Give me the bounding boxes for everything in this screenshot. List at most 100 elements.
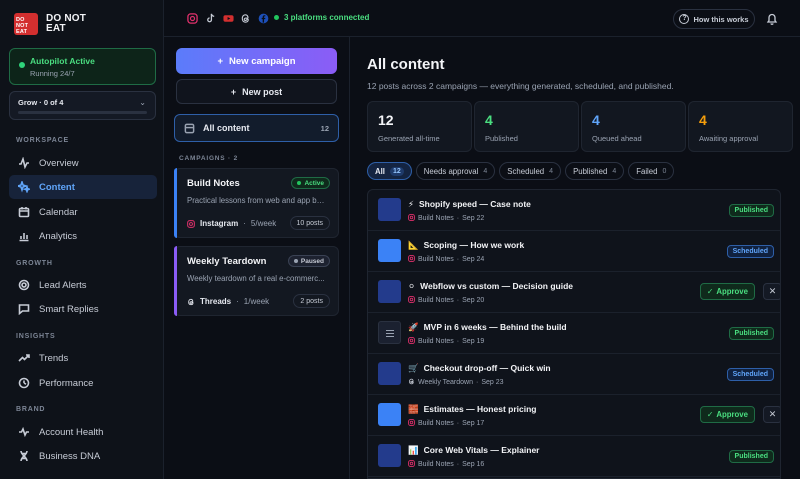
filter-all[interactable]: All 12: [367, 162, 412, 180]
connected-status: 3 platforms connected: [274, 13, 369, 22]
how-this-works-button[interactable]: ? How this works: [673, 9, 755, 29]
post-meta: Build Notes · Sep 19: [408, 337, 484, 346]
post-title-text: Core Web Vitals — Explainer: [423, 445, 540, 455]
all-content-item[interactable]: All content 12: [174, 114, 339, 142]
post-emoji: 🧱: [408, 404, 419, 414]
help-icon: ?: [679, 14, 690, 24]
post-thumbnail: [378, 321, 401, 344]
post-date: Sep 16: [462, 461, 485, 468]
post-row[interactable]: ⚪ Webflow vs custom — Decision guide Build…: [368, 272, 780, 313]
threads-icon: [408, 378, 415, 387]
post-thumbnail: [378, 362, 401, 385]
heartbeat-icon: [17, 425, 31, 439]
sidebar-item-content[interactable]: Content: [9, 175, 157, 199]
page-title: All content: [367, 56, 445, 73]
reject-button[interactable]: ✕: [763, 406, 780, 423]
autopilot-status[interactable]: Autopilot Active Running 24/7: [9, 48, 156, 85]
post-emoji: 📐: [408, 240, 419, 250]
new-campaign-button[interactable]: + New campaign: [176, 48, 337, 74]
instagram-icon: [408, 255, 415, 264]
grow-progress-dropdown[interactable]: Grow · 0 of 4 ⌄: [9, 91, 156, 120]
sidebar-item-business-dna[interactable]: Business DNA: [9, 444, 157, 468]
status-badge: Paused: [287, 255, 330, 267]
post-emoji: 🛒: [408, 363, 419, 373]
sidebar-item-lead-alerts[interactable]: Lead Alerts: [9, 273, 157, 297]
post-thumbnail: [378, 403, 401, 426]
sidebar-item-overview[interactable]: Overview: [9, 151, 157, 175]
post-row[interactable]: 🧱 Estimates — Honest pricing Build Notes · S…: [368, 395, 780, 436]
youtube-icon[interactable]: [222, 12, 234, 24]
post-title-text: Shopify speed — Case note: [418, 199, 531, 209]
post-row[interactable]: 📐 Scoping — How we work Build Notes · Sep 24…: [368, 231, 780, 272]
post-row[interactable]: 🛒 Checkout drop-off — Quick win Weekly Tea…: [368, 354, 780, 395]
post-emoji: ⚡: [408, 199, 414, 209]
sidebar-item-calendar[interactable]: Calendar: [9, 200, 157, 224]
post-row[interactable]: 📊 Core Web Vitals — Explainer Build Notes ·…: [368, 436, 780, 477]
filter-needs-approval[interactable]: Needs approval 4: [415, 162, 496, 180]
post-date: Sep 19: [462, 338, 485, 345]
post-meta: Build Notes · Sep 22: [408, 214, 484, 223]
post-campaign: Build Notes: [418, 215, 454, 222]
bar-chart-icon: [17, 229, 31, 243]
filter-tabs: All 12 Needs approval 4 Scheduled 4 Publish…: [367, 162, 675, 180]
post-meta: Build Notes · Sep 17: [408, 419, 484, 428]
post-title: ⚪ Webflow vs custom — Decision guide: [408, 281, 573, 292]
approve-button[interactable]: ✓ Approve: [699, 283, 755, 300]
post-title: 🛒 Checkout drop-off — Quick win: [408, 363, 551, 374]
status-badge: Published: [728, 450, 774, 463]
post-count-badge: 2 posts: [293, 294, 330, 308]
section-workspace: WORKSPACE: [16, 137, 69, 144]
tiktok-icon[interactable]: [204, 12, 216, 24]
post-title-text: MVP in 6 weeks — Behind the build: [423, 322, 567, 332]
campaign-card-build-notes[interactable]: Build Notes Active Practical lessons fro…: [174, 168, 339, 238]
approve-button[interactable]: ✓ Approve: [699, 406, 755, 423]
brand[interactable]: DO NOT EAT DO NOT EAT: [14, 13, 86, 35]
dna-icon: [17, 449, 31, 463]
sidebar-item-analytics[interactable]: Analytics: [9, 224, 157, 248]
post-date: Sep 20: [462, 297, 485, 304]
main-content: All content 12 posts across 2 campaigns …: [350, 37, 800, 479]
instagram-icon: [408, 214, 415, 223]
post-campaign: Build Notes: [418, 338, 454, 345]
section-insights: INSIGHTS: [16, 333, 56, 340]
reject-button[interactable]: ✕: [763, 283, 780, 300]
filter-failed[interactable]: Failed 0: [628, 162, 675, 180]
filter-scheduled[interactable]: Scheduled 4: [499, 162, 562, 180]
post-title-text: Checkout drop-off — Quick win: [423, 363, 551, 373]
sidebar-item-account-health[interactable]: Account Health: [9, 420, 157, 444]
status-dot-icon: [274, 15, 279, 20]
grow-progress-bar: [18, 111, 147, 114]
post-thumbnail: [378, 198, 401, 221]
sidebar-item-performance[interactable]: Performance: [9, 371, 157, 395]
plus-icon: +: [217, 55, 224, 67]
stat-card-generated: 12 Generated all-time: [367, 101, 472, 152]
target-icon: [17, 278, 31, 292]
sidebar-item-smart-replies[interactable]: Smart Replies: [9, 297, 157, 321]
post-row[interactable]: ⚡ Shopify speed — Case note Build Notes · Se…: [368, 190, 780, 231]
facebook-icon[interactable]: [257, 12, 269, 24]
filter-published[interactable]: Published 4: [565, 162, 625, 180]
stat-card-published: 4 Published: [474, 101, 579, 152]
sparkles-icon: [17, 180, 31, 194]
message-icon: [17, 302, 31, 316]
bell-icon[interactable]: [766, 12, 778, 25]
brand-logo: DO NOT EAT: [14, 13, 38, 35]
post-title-text: Scoping — How we work: [423, 240, 525, 250]
plus-icon: +: [230, 86, 237, 97]
post-date: Sep 22: [462, 215, 485, 222]
campaign-card-weekly-teardown[interactable]: Weekly Teardown Paused Weekly teardown o…: [174, 246, 339, 316]
post-campaign: Build Notes: [418, 420, 454, 427]
all-content-count: 12: [320, 123, 329, 133]
post-date: Sep 24: [462, 256, 485, 263]
instagram-icon[interactable]: [186, 12, 198, 24]
post-title: 🚀 MVP in 6 weeks — Behind the build: [408, 322, 567, 333]
post-row[interactable]: 🚀 MVP in 6 weeks — Behind the build Build …: [368, 313, 780, 354]
new-post-button[interactable]: + New post: [176, 79, 337, 104]
sidebar-item-trends[interactable]: Trends: [9, 346, 157, 370]
post-meta: Weekly Teardown · Sep 23: [408, 378, 504, 387]
post-campaign: Build Notes: [418, 297, 454, 304]
status-badge: Published: [728, 204, 774, 217]
threads-icon[interactable]: [239, 12, 251, 24]
page-subtitle: 12 posts across 2 campaigns — everything…: [367, 81, 674, 91]
post-thumbnail: [378, 280, 401, 303]
